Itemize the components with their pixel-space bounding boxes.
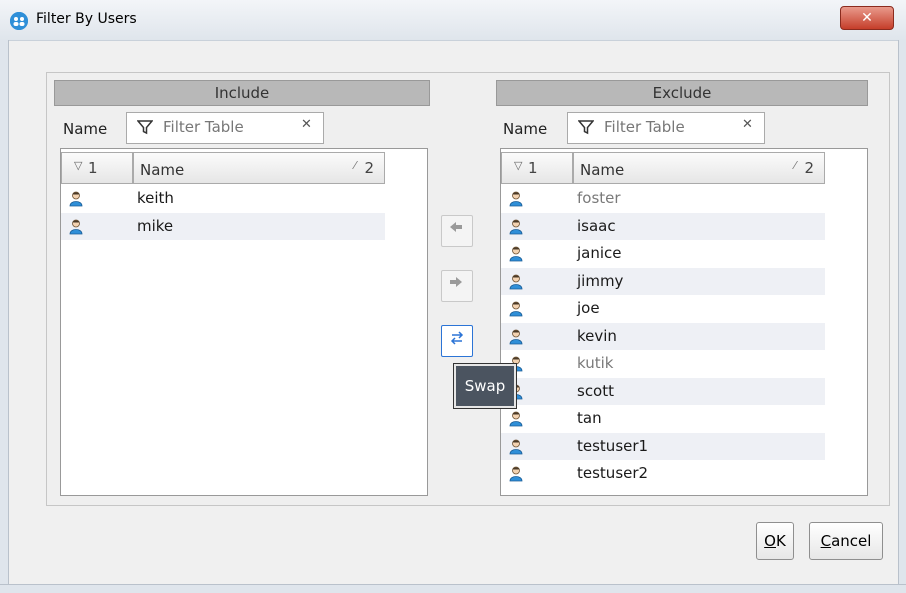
user-icon: [69, 219, 83, 235]
ok-mnemonic: O: [764, 532, 776, 550]
table-row[interactable]: janice: [501, 240, 825, 267]
move-to-include-button[interactable]: [441, 215, 473, 247]
user-name: scott: [577, 381, 615, 400]
user-name: janice: [577, 244, 622, 262]
ok-button[interactable]: OK: [756, 522, 794, 560]
clear-filter-icon[interactable]: ✕: [301, 117, 312, 132]
sort-order-number: 2: [804, 159, 814, 177]
cancel-mnemonic: C: [820, 532, 832, 550]
filter-icon: [136, 119, 154, 139]
sort-column-header[interactable]: ▽ 1: [501, 152, 573, 184]
sort-indicator-icon: ⁄: [794, 159, 796, 172]
sort-indicator-icon: ▽: [74, 159, 83, 172]
close-button[interactable]: ✕: [840, 6, 894, 30]
close-icon: ✕: [861, 10, 873, 26]
filter-icon: [577, 119, 595, 139]
user-name: isaac: [577, 216, 616, 235]
user-icon: [509, 329, 523, 345]
user-name: mike: [137, 216, 174, 235]
table-row[interactable]: testuser2: [501, 460, 825, 487]
user-icon: [509, 439, 523, 455]
sort-indicator-icon: ▽: [514, 159, 523, 172]
user-icon: [509, 246, 523, 262]
user-icon: [509, 466, 523, 482]
table-row[interactable]: scott: [501, 377, 825, 405]
user-name: tan: [577, 409, 602, 427]
move-to-exclude-button[interactable]: [441, 270, 473, 302]
swap-icon: [449, 330, 465, 350]
include-filter-input[interactable]: Filter Table ✕: [126, 112, 324, 144]
cancel-label: ancel: [831, 532, 872, 550]
table-row[interactable]: joe: [501, 295, 825, 322]
table-row[interactable]: foster: [501, 185, 825, 212]
cancel-button[interactable]: Cancel: [809, 522, 883, 560]
table-row[interactable]: mike: [61, 212, 385, 240]
sort-order-number: 1: [528, 159, 538, 177]
exclude-filter-label: Name: [503, 120, 548, 138]
table-row[interactable]: kevin: [501, 322, 825, 350]
exclude-header: Exclude: [496, 80, 868, 106]
user-name: joe: [577, 299, 600, 317]
include-header: Include: [54, 80, 430, 106]
user-icon: [509, 411, 523, 427]
user-name: jimmy: [577, 271, 624, 290]
user-icon: [69, 191, 83, 207]
app-icon: [10, 12, 28, 30]
table-row[interactable]: isaac: [501, 212, 825, 240]
sort-order-number: 1: [88, 159, 98, 177]
table-row[interactable]: keith: [61, 185, 385, 212]
include-filter-label: Name: [63, 120, 108, 138]
name-column-label: Name: [140, 161, 185, 179]
user-name: foster: [577, 189, 621, 207]
clear-filter-icon[interactable]: ✕: [742, 117, 753, 132]
sort-column-header[interactable]: ▽ 1: [61, 152, 133, 184]
table-row[interactable]: testuser1: [501, 432, 825, 460]
user-name: keith: [137, 189, 174, 207]
title-bar[interactable]: Filter By Users ✕: [0, 0, 906, 41]
ok-label: K: [775, 532, 786, 550]
name-column-header[interactable]: Name ⁄ 2: [133, 152, 385, 184]
name-column-label: Name: [580, 161, 625, 179]
user-icon: [509, 301, 523, 317]
arrow-right-icon: [448, 274, 464, 294]
swap-tooltip: Swap: [454, 364, 516, 408]
filter-placeholder: Filter Table: [163, 118, 244, 136]
include-table[interactable]: ▽ 1 Name ⁄ 2 keith mike: [60, 148, 428, 496]
sort-order-number: 2: [364, 159, 374, 177]
user-name: testuser1: [577, 436, 649, 455]
table-row[interactable]: jimmy: [501, 267, 825, 295]
exclude-filter-input[interactable]: Filter Table ✕: [567, 112, 765, 144]
user-name: kevin: [577, 326, 617, 345]
swap-button[interactable]: [441, 325, 473, 357]
table-row[interactable]: kutik: [501, 350, 825, 377]
user-name: kutik: [577, 354, 614, 372]
filter-placeholder: Filter Table: [604, 118, 685, 136]
filter-by-users-dialog: Filter By Users ✕ Include Name Filter Ta…: [0, 0, 906, 593]
exclude-table[interactable]: ▽ 1 Name ⁄ 2 foster isaac janice jimmy joe ke…: [500, 148, 868, 496]
sort-indicator-icon: ⁄: [354, 159, 356, 172]
table-row[interactable]: tan: [501, 405, 825, 432]
window-title: Filter By Users: [36, 11, 137, 27]
user-icon: [509, 274, 523, 290]
window-frame-left: [0, 40, 9, 592]
arrow-left-icon: [448, 219, 464, 239]
user-name: testuser2: [577, 464, 649, 482]
window-frame-right: [898, 40, 906, 592]
name-column-header[interactable]: Name ⁄ 2: [573, 152, 825, 184]
user-icon: [509, 191, 523, 207]
user-icon: [509, 219, 523, 235]
